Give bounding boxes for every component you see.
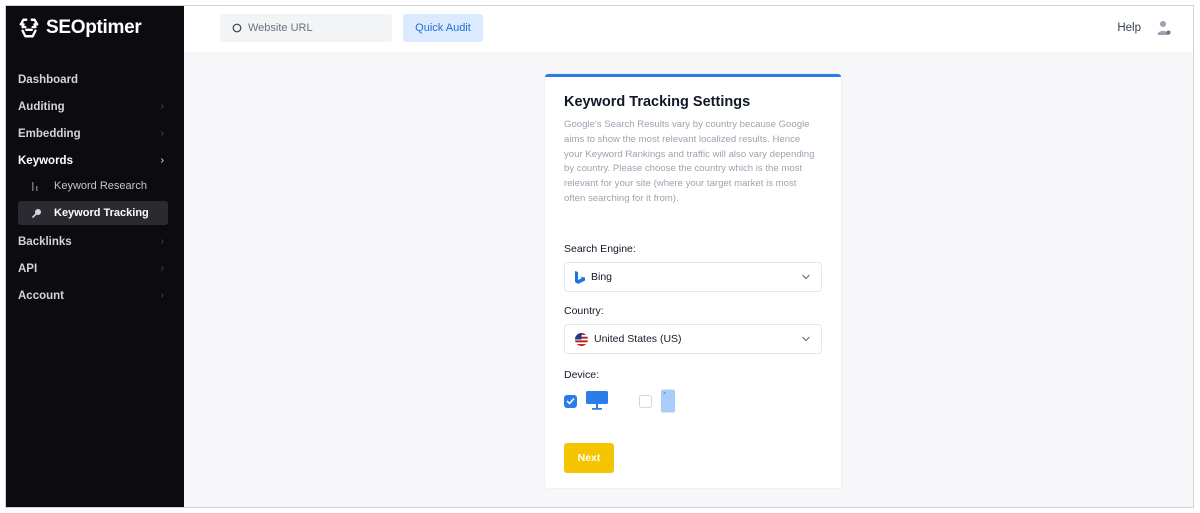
sidebar-item-backlinks[interactable]: Backlinks › bbox=[6, 228, 184, 255]
seoptimer-logo-icon bbox=[19, 18, 39, 38]
search-icon bbox=[232, 23, 242, 33]
sidebar-item-keywords[interactable]: Keywords › bbox=[6, 147, 184, 174]
device-options bbox=[564, 389, 676, 413]
keyword-tracking-settings-card: Keyword Tracking Settings Google's Searc… bbox=[545, 74, 841, 488]
sidebar-nav: Dashboard Auditing › Embedding › Keyword… bbox=[6, 66, 184, 309]
us-flag-icon bbox=[575, 332, 588, 346]
chevron-right-icon: › bbox=[160, 128, 164, 139]
quick-audit-button[interactable]: Quick Audit bbox=[403, 14, 483, 42]
chevron-right-icon: › bbox=[160, 101, 164, 112]
help-link[interactable]: Help bbox=[1117, 22, 1141, 34]
check-icon bbox=[566, 397, 575, 405]
sidebar-item-label: Account bbox=[18, 289, 64, 302]
user-icon[interactable] bbox=[1157, 20, 1171, 36]
sidebar: SEOptimer Dashboard Auditing › Embedding… bbox=[6, 6, 184, 507]
card-description: Google's Search Results vary by country … bbox=[564, 119, 815, 204]
country-label: Country: bbox=[564, 305, 604, 317]
mobile-icon[interactable] bbox=[660, 389, 676, 413]
desktop-checkbox[interactable] bbox=[564, 394, 577, 408]
sidebar-item-label: API bbox=[18, 262, 38, 275]
country-value: United States (US) bbox=[594, 333, 682, 345]
sidebar-item-label: Embedding bbox=[18, 127, 81, 140]
chevron-right-icon: › bbox=[160, 290, 164, 301]
mobile-checkbox[interactable] bbox=[639, 394, 652, 408]
sidebar-subitem-keyword-tracking[interactable]: Keyword Tracking bbox=[18, 201, 168, 225]
search-engine-select[interactable]: Bing bbox=[564, 262, 822, 292]
device-label: Device: bbox=[564, 369, 600, 381]
sidebar-item-account[interactable]: Account › bbox=[6, 282, 184, 309]
chevron-down-icon bbox=[802, 274, 810, 280]
card-title: Keyword Tracking Settings bbox=[564, 94, 751, 110]
search-engine-value: Bing bbox=[591, 271, 613, 283]
website-url-search[interactable] bbox=[220, 14, 392, 42]
chevron-right-icon: › bbox=[160, 236, 164, 247]
search-engine-label: Search Engine: bbox=[564, 243, 636, 255]
sidebar-subitem-keyword-research[interactable]: Keyword Research bbox=[18, 174, 168, 198]
bing-icon bbox=[575, 270, 585, 284]
sidebar-item-api[interactable]: API › bbox=[6, 255, 184, 282]
sidebar-item-label: Backlinks bbox=[18, 235, 72, 248]
chevron-down-icon bbox=[802, 336, 810, 342]
chevron-right-icon: › bbox=[160, 263, 164, 274]
country-select[interactable]: United States (US) bbox=[564, 324, 822, 354]
sidebar-subitem-label: Keyword Tracking bbox=[54, 207, 149, 219]
website-url-input[interactable] bbox=[248, 22, 378, 34]
bar-chart-icon bbox=[32, 181, 46, 191]
sidebar-item-embedding[interactable]: Embedding › bbox=[6, 120, 184, 147]
desktop-icon[interactable] bbox=[585, 390, 609, 412]
logo-text: SEOptimer bbox=[46, 17, 142, 38]
sidebar-item-label: Auditing bbox=[18, 100, 65, 113]
chevron-right-icon: › bbox=[160, 155, 164, 166]
next-button[interactable]: Next bbox=[564, 443, 614, 473]
sidebar-item-label: Keywords bbox=[18, 154, 73, 167]
sidebar-subitem-label: Keyword Research bbox=[54, 180, 147, 192]
top-bar: Quick Audit Help bbox=[184, 6, 1193, 52]
logo[interactable]: SEOptimer bbox=[18, 17, 142, 39]
sidebar-item-auditing[interactable]: Auditing › bbox=[6, 93, 184, 120]
sidebar-item-dashboard[interactable]: Dashboard bbox=[6, 66, 184, 93]
sidebar-item-label: Dashboard bbox=[18, 73, 79, 86]
app-window: SEOptimer Dashboard Auditing › Embedding… bbox=[5, 5, 1194, 508]
magnifier-icon bbox=[32, 208, 46, 218]
